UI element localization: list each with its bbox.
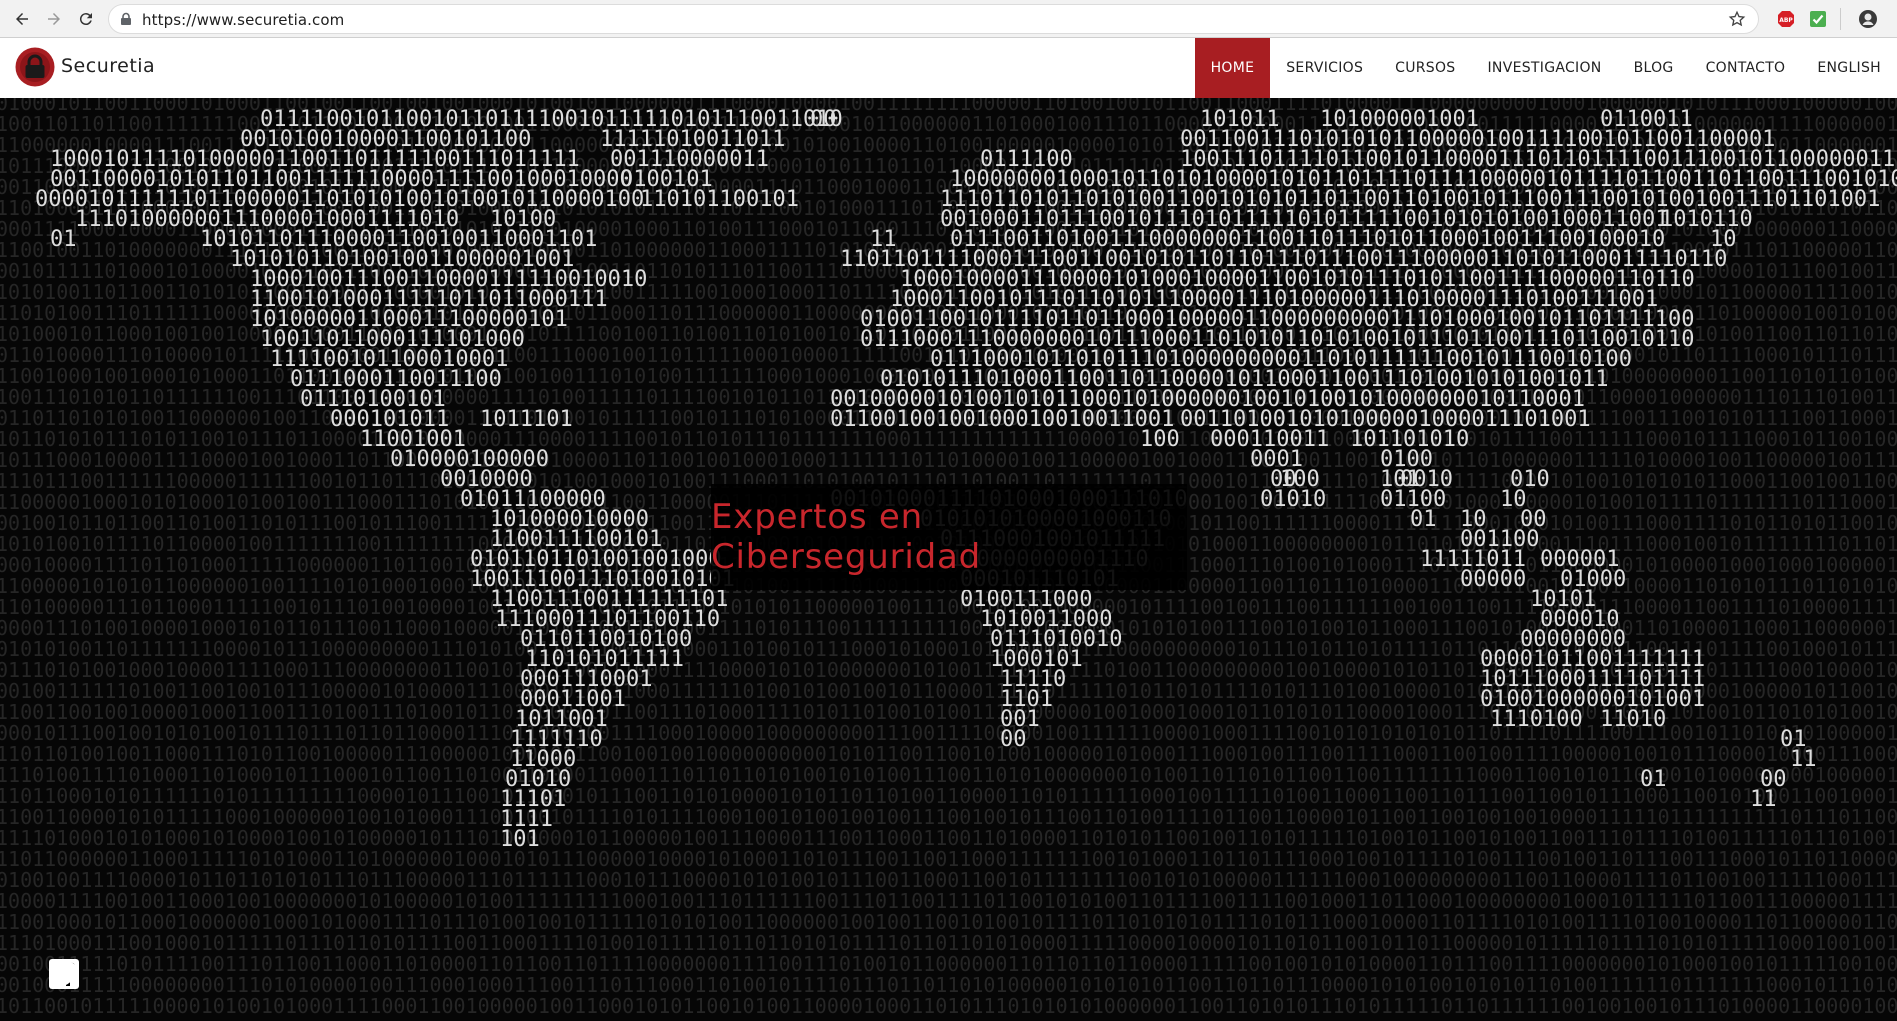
nav-blog[interactable]: BLOG bbox=[1618, 38, 1690, 98]
binary-map-row: 00000 bbox=[1460, 567, 1526, 592]
logo-lock-icon[interactable] bbox=[15, 47, 55, 87]
binary-map-row: 1110100 bbox=[1490, 707, 1583, 732]
url-text: https://www.securetia.com bbox=[142, 11, 345, 29]
tagline-box: Expertos en Ciberseguridad bbox=[711, 484, 1187, 590]
binary-map-row: 00 bbox=[1000, 727, 1027, 752]
svg-text:ABP: ABP bbox=[1779, 17, 1793, 24]
forward-button[interactable] bbox=[41, 6, 67, 32]
main-nav: HOME SERVICIOS CURSOS INVESTIGACION BLOG… bbox=[1194, 38, 1897, 98]
binary-map-row: 01 bbox=[1640, 767, 1667, 792]
adblock-icon[interactable]: ABP bbox=[1777, 10, 1795, 28]
nav-cursos[interactable]: CURSOS bbox=[1379, 38, 1471, 98]
linkedin-icon[interactable] bbox=[48, 958, 80, 990]
nav-english[interactable]: ENGLISH bbox=[1801, 38, 1897, 98]
binary-map-row: 11 bbox=[1750, 787, 1777, 812]
binary-map-row: 01 bbox=[50, 227, 77, 252]
binary-map-row: 01100100100100010010011001 bbox=[830, 407, 1174, 432]
nav-investigacion[interactable]: INVESTIGACION bbox=[1472, 38, 1618, 98]
binary-map-row: 110101100101 bbox=[640, 187, 799, 212]
site-logo-text[interactable]: Securetia bbox=[61, 55, 155, 77]
check-extension-icon[interactable] bbox=[1809, 10, 1827, 28]
forward-arrow-icon bbox=[48, 13, 60, 25]
lock-icon bbox=[121, 12, 131, 25]
reload-button[interactable] bbox=[73, 6, 99, 32]
reload-icon bbox=[79, 13, 92, 26]
binary-map-row: 11 bbox=[1790, 747, 1817, 772]
back-button[interactable] bbox=[9, 6, 35, 32]
nav-servicios[interactable]: SERVICIOS bbox=[1270, 38, 1379, 98]
binary-map-row: 01 bbox=[1410, 507, 1437, 532]
toolbar-divider bbox=[1840, 8, 1841, 30]
binary-map-row: 1010110 bbox=[1660, 207, 1753, 232]
browser-toolbar: https://www.securetia.com ABP bbox=[0, 0, 1897, 38]
binary-map-row: 101 bbox=[500, 827, 540, 852]
hero-tagline: Expertos en Ciberseguridad bbox=[711, 497, 982, 577]
back-arrow-icon bbox=[16, 13, 28, 25]
binary-map-row: 1011101 bbox=[480, 407, 573, 432]
site-header: Securetia HOME SERVICIOS CURSOS INVESTIG… bbox=[0, 38, 1897, 98]
binary-map-row: 100 bbox=[1140, 427, 1180, 452]
binary-map-row: 11010 bbox=[1600, 707, 1666, 732]
binary-map-row: 00 bbox=[810, 107, 837, 132]
star-icon[interactable] bbox=[1728, 10, 1746, 28]
profile-icon[interactable] bbox=[1858, 9, 1878, 29]
address-bar[interactable]: https://www.securetia.com bbox=[108, 4, 1759, 34]
nav-contacto[interactable]: CONTACTO bbox=[1690, 38, 1802, 98]
nav-home[interactable]: HOME bbox=[1194, 38, 1271, 98]
hero-section: 0100010110011000101000110010011001001001… bbox=[0, 98, 1897, 1021]
binary-map-row: 01010 bbox=[1260, 487, 1326, 512]
